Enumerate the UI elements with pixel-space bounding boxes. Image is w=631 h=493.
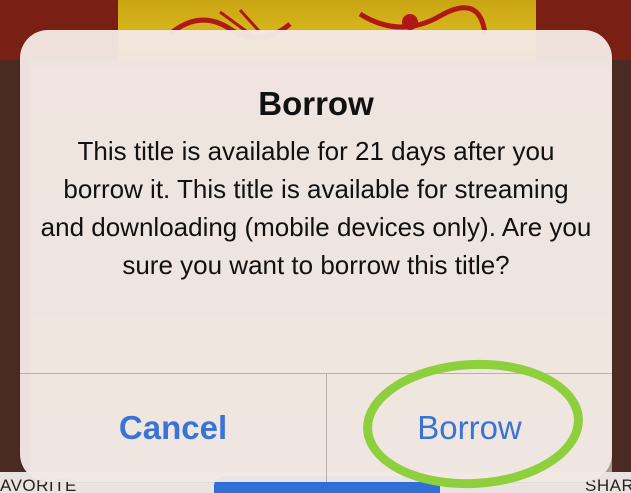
background-edge-right: [612, 60, 631, 493]
cancel-button[interactable]: Cancel: [20, 374, 326, 482]
borrow-alert-dialog: Borrow This title is available for 21 da…: [20, 30, 612, 482]
alert-message: This title is available for 21 days afte…: [40, 136, 592, 280]
screen: AVORITE SHAR Borrow This title is availa…: [0, 0, 631, 493]
alert-title: Borrow: [258, 85, 374, 122]
borrow-button[interactable]: Borrow: [327, 374, 612, 482]
